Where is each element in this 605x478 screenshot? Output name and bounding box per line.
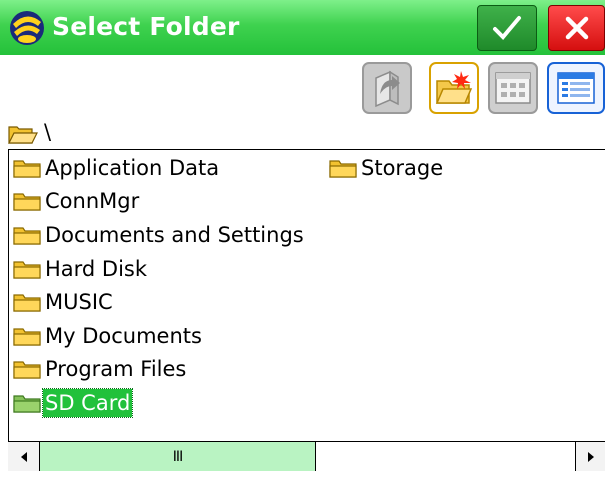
folder-label: ConnMgr xyxy=(45,189,140,213)
folder-icon xyxy=(13,327,41,351)
folder-icon xyxy=(329,159,357,183)
cancel-button[interactable] xyxy=(548,5,605,51)
new-folder-button[interactable] xyxy=(429,62,479,114)
horizontal-scrollbar[interactable]: III xyxy=(8,441,605,471)
folder-list[interactable]: Application Data ConnMgr Documents and S… xyxy=(8,149,605,441)
folder-label: Hard Disk xyxy=(45,257,148,281)
folder-icon xyxy=(13,260,41,284)
folder-label: Documents and Settings xyxy=(45,223,304,247)
window-title: Select Folder xyxy=(52,12,240,41)
folder-label: SD Card xyxy=(41,388,134,418)
ok-button[interactable] xyxy=(477,5,537,51)
folder-label: Storage xyxy=(361,156,444,180)
folder-icon xyxy=(13,360,41,384)
bottom-margin xyxy=(0,471,605,478)
left-margin xyxy=(0,149,8,471)
up-folder-button[interactable] xyxy=(362,62,412,114)
folder-label: My Documents xyxy=(45,324,202,348)
app-logo-icon xyxy=(7,8,47,48)
scroll-left-button[interactable] xyxy=(8,442,40,471)
open-folder-icon xyxy=(8,124,38,148)
folder-label: Program Files xyxy=(45,357,187,381)
folder-icon xyxy=(13,226,41,250)
scroll-right-button[interactable] xyxy=(575,442,605,471)
folder-icon xyxy=(13,192,41,216)
scroll-thumb[interactable]: III xyxy=(40,442,316,471)
details-view-button[interactable] xyxy=(547,62,605,114)
path-label: \ xyxy=(44,120,52,144)
title-bar: Select Folder xyxy=(0,0,605,55)
scroll-grip: III xyxy=(172,449,183,465)
folder-icon xyxy=(13,159,41,183)
icon-view-button[interactable] xyxy=(488,62,538,114)
folder-label: MUSIC xyxy=(45,290,113,314)
folder-icon xyxy=(13,293,41,317)
folder-label: Application Data xyxy=(45,156,220,180)
folder-icon xyxy=(13,394,41,418)
